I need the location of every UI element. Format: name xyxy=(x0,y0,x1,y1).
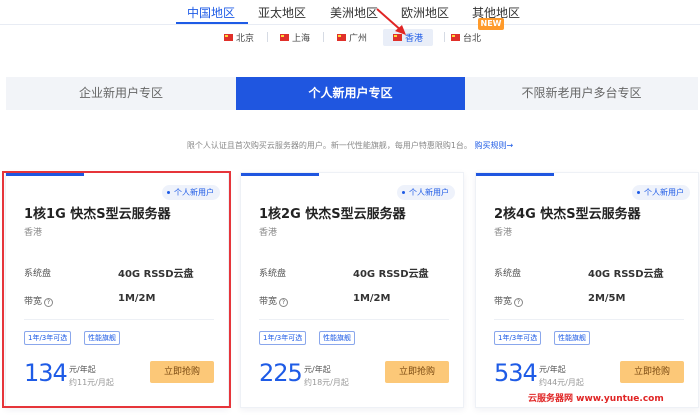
china-flag-icon xyxy=(337,34,346,41)
term-tag: 1年/3年可选 xyxy=(259,331,307,345)
tab-personal-new-user[interactable]: 个人新用户专区 xyxy=(236,77,465,110)
monthly-price: 约11元/月起 xyxy=(69,378,114,387)
price-unit: 元/年起 xyxy=(539,365,566,374)
card-accent-bar xyxy=(241,173,319,176)
china-flag-icon xyxy=(280,34,289,41)
city-label: 广州 xyxy=(349,34,368,44)
purchase-notice: 限个人认证且首次购买云服务器的用户。新一代性能旗舰，每用户特惠限购1台。 购买规… xyxy=(0,140,700,151)
personal-new-user-badge: 个人新用户 xyxy=(397,185,455,200)
region-tab-asia-pacific[interactable]: 亚太地区 xyxy=(258,4,306,21)
region-tab-china[interactable]: 中国地区 xyxy=(187,4,235,21)
user-type-tabs: 企业新用户专区 个人新用户专区 不限新老用户多台专区 xyxy=(6,77,698,110)
performance-tag: 性能旗舰 xyxy=(84,331,120,345)
card-divider xyxy=(494,319,684,320)
personal-new-user-badge: 个人新用户 xyxy=(162,185,220,200)
price-unit: 元/年起 xyxy=(69,365,96,374)
city-separator xyxy=(323,32,324,42)
bandwidth-value: 2M/5M xyxy=(588,293,626,304)
product-location: 香港 xyxy=(494,228,513,238)
term-tag: 1年/3年可选 xyxy=(24,331,72,345)
price: 534 xyxy=(494,359,538,387)
notice-text: 限个人认证且首次购买云服务器的用户。新一代性能旗舰，每用户特惠限购1台。 xyxy=(186,141,472,150)
disk-label: 系统盘 xyxy=(494,269,522,279)
price: 225 xyxy=(259,359,303,387)
region-tabs: 中国地区 亚太地区 美洲地区 欧洲地区 其他地区 xyxy=(0,0,700,24)
city-label: 台北 xyxy=(463,34,482,44)
city-separator xyxy=(267,32,268,42)
bandwidth-value: 1M/2M xyxy=(118,293,156,304)
card-accent-bar xyxy=(6,173,84,176)
monthly-price: 约18元/月起 xyxy=(304,378,349,387)
disk-value: 40G RSSD云盘 xyxy=(588,269,664,280)
card-divider xyxy=(259,319,449,320)
china-flag-icon xyxy=(224,34,233,41)
city-label: 北京 xyxy=(236,34,255,44)
city-label: 上海 xyxy=(292,34,311,44)
product-location: 香港 xyxy=(259,228,278,238)
disk-value: 40G RSSD云盘 xyxy=(353,269,429,280)
performance-tag: 性能旗舰 xyxy=(319,331,355,345)
flag-icon xyxy=(451,34,460,41)
monthly-price: 约44元/月起 xyxy=(539,378,584,387)
personal-new-user-badge: 个人新用户 xyxy=(632,185,690,200)
tab-unlimited-multi[interactable]: 不限新老用户多台专区 xyxy=(465,77,698,110)
buy-now-button[interactable]: 立即抢购 xyxy=(620,361,684,383)
bandwidth-value: 1M/2M xyxy=(353,293,391,304)
product-title: 2核4G 快杰S型云服务器 xyxy=(494,207,641,222)
product-title: 1核2G 快杰S型云服务器 xyxy=(259,207,406,222)
tab-enterprise-new-user[interactable]: 企业新用户专区 xyxy=(6,77,236,110)
product-card: 个人新用户 2核4G 快杰S型云服务器 香港 系统盘 40G RSSD云盘 带宽… xyxy=(475,172,699,408)
bandwidth-label-group: 带宽? xyxy=(24,294,54,307)
region-tab-americas[interactable]: 美洲地区 xyxy=(330,4,378,21)
product-card: 个人新用户 1核1G 快杰S型云服务器 香港 系统盘 40G RSSD云盘 带宽… xyxy=(5,172,229,408)
watermark: 云服务器网 www.yuntue.com xyxy=(528,394,664,404)
card-divider xyxy=(24,319,214,320)
help-icon[interactable]: ? xyxy=(514,298,524,307)
city-beijing[interactable]: 北京 xyxy=(224,29,254,46)
bandwidth-label: 带宽 xyxy=(24,297,43,307)
city-taipei[interactable]: 台北 xyxy=(451,29,481,46)
help-icon[interactable]: ? xyxy=(44,298,54,307)
purchase-rules-link[interactable]: 购买规则→ xyxy=(474,141,513,150)
city-separator xyxy=(444,32,445,42)
disk-label: 系统盘 xyxy=(259,269,287,279)
bandwidth-label-group: 带宽? xyxy=(259,294,289,307)
city-guangzhou[interactable]: 广州 xyxy=(337,29,367,46)
bandwidth-label: 带宽 xyxy=(494,297,513,307)
performance-tag: 性能旗舰 xyxy=(554,331,590,345)
product-location: 香港 xyxy=(24,228,43,238)
price-unit: 元/年起 xyxy=(304,365,331,374)
city-shanghai[interactable]: 上海 xyxy=(280,29,310,46)
region-divider xyxy=(0,24,700,25)
card-accent-bar xyxy=(476,173,554,176)
bandwidth-label-group: 带宽? xyxy=(494,294,524,307)
buy-now-button[interactable]: 立即抢购 xyxy=(385,361,449,383)
city-row: 北京 上海 广州 香港 台北 xyxy=(0,26,700,48)
bandwidth-label: 带宽 xyxy=(259,297,278,307)
buy-now-button[interactable]: 立即抢购 xyxy=(150,361,214,383)
red-arrow-icon xyxy=(376,8,406,35)
price: 134 xyxy=(24,359,68,387)
disk-label: 系统盘 xyxy=(24,269,52,279)
product-card: 个人新用户 1核2G 快杰S型云服务器 香港 系统盘 40G RSSD云盘 带宽… xyxy=(240,172,464,408)
help-icon[interactable]: ? xyxy=(279,298,289,307)
disk-value: 40G RSSD云盘 xyxy=(118,269,194,280)
product-title: 1核1G 快杰S型云服务器 xyxy=(24,207,171,222)
term-tag: 1年/3年可选 xyxy=(494,331,542,345)
